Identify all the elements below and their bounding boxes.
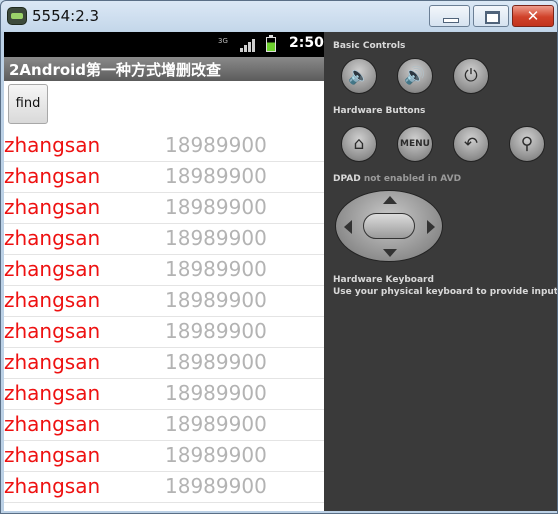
volume-up-icon[interactable]: 🔊 xyxy=(397,58,433,94)
back-icon[interactable]: ↶ xyxy=(453,126,489,162)
dpad-left-icon[interactable] xyxy=(344,220,352,234)
contact-name: zhangsan xyxy=(4,412,101,436)
list-item[interactable]: zhangsan 18989900 xyxy=(4,193,324,224)
close-icon: ✕ xyxy=(526,7,540,25)
power-icon[interactable]: ⏻ xyxy=(453,58,489,94)
contact-name: zhangsan xyxy=(4,133,101,157)
contact-name: zhangsan xyxy=(4,350,101,374)
contact-phone: 18989900 xyxy=(165,257,267,281)
contact-phone: 18989900 xyxy=(165,319,267,343)
dpad-up-icon[interactable] xyxy=(383,196,397,204)
home-icon[interactable]: ⌂ xyxy=(341,126,377,162)
contact-phone: 18989900 xyxy=(165,412,267,436)
hardware-buttons-heading: Hardware Buttons xyxy=(333,106,426,116)
keyboard-note: Use your physical keyboard to provide in… xyxy=(333,287,557,297)
app-title: 2Android第一种方式增删改查 xyxy=(9,61,222,79)
contact-name: zhangsan xyxy=(4,164,101,188)
contact-list[interactable]: zhangsan 18989900 zhangsan 18989900 zhangsan… xyxy=(4,131,324,503)
contact-phone: 18989900 xyxy=(165,133,267,157)
list-item[interactable]: zhangsan 18989900 xyxy=(4,472,324,503)
minimize-button[interactable] xyxy=(429,5,470,27)
dpad-note: not enabled in AVD xyxy=(363,174,462,184)
list-item[interactable]: zhangsan 18989900 xyxy=(4,286,324,317)
status-bar: 3G 2:50 xyxy=(4,32,324,57)
dpad[interactable] xyxy=(335,190,443,262)
list-item[interactable]: zhangsan 18989900 xyxy=(4,162,324,193)
keyboard-heading: Hardware Keyboard xyxy=(333,275,434,285)
contact-name: zhangsan xyxy=(4,226,101,250)
menu-button[interactable]: MENU xyxy=(397,126,433,162)
contact-name: zhangsan xyxy=(4,443,101,467)
emulator-control-panel: Basic Controls 🔈 🔊 ⏻ Hardware Buttons ⌂ … xyxy=(324,32,557,511)
emulator-app-icon xyxy=(7,7,27,25)
list-item[interactable]: zhangsan 18989900 xyxy=(4,224,324,255)
contact-name: zhangsan xyxy=(4,257,101,281)
contact-phone: 18989900 xyxy=(165,350,267,374)
battery-icon xyxy=(266,35,276,52)
contact-name: zhangsan xyxy=(4,319,101,343)
volume-down-icon[interactable]: 🔈 xyxy=(341,58,377,94)
search-icon[interactable]: ⚲ xyxy=(509,126,545,162)
list-item[interactable]: zhangsan 18989900 xyxy=(4,410,324,441)
emulator-window: 5554:2.3 ✕ 3G 2:50 2Android第一种方式增删改查 fin… xyxy=(0,0,558,514)
contact-phone: 18989900 xyxy=(165,195,267,219)
contact-name: zhangsan xyxy=(4,195,101,219)
list-item[interactable]: zhangsan 18989900 xyxy=(4,255,324,286)
dpad-heading: DPAD not enabled in AVD xyxy=(333,174,461,184)
close-button[interactable]: ✕ xyxy=(512,5,554,27)
window-title: 5554:2.3 xyxy=(32,7,100,25)
contact-phone: 18989900 xyxy=(165,474,267,498)
dpad-center-button[interactable] xyxy=(363,213,415,239)
contact-phone: 18989900 xyxy=(165,226,267,250)
device-screen: 3G 2:50 2Android第一种方式增删改查 find zhangsan 1… xyxy=(4,32,324,511)
contact-name: zhangsan xyxy=(4,381,101,405)
dpad-down-icon[interactable] xyxy=(383,249,397,257)
dpad-label: DPAD xyxy=(333,174,361,184)
list-item[interactable]: zhangsan 18989900 xyxy=(4,441,324,472)
basic-controls-heading: Basic Controls xyxy=(333,41,406,51)
contact-phone: 18989900 xyxy=(165,164,267,188)
dpad-right-icon[interactable] xyxy=(427,220,435,234)
list-item[interactable]: zhangsan 18989900 xyxy=(4,379,324,410)
list-item[interactable]: zhangsan 18989900 xyxy=(4,131,324,162)
list-item[interactable]: zhangsan 18989900 xyxy=(4,348,324,379)
contact-phone: 18989900 xyxy=(165,288,267,312)
contact-phone: 18989900 xyxy=(165,443,267,467)
contact-name: zhangsan xyxy=(4,474,101,498)
contact-name: zhangsan xyxy=(4,288,101,312)
signal-strength-icon xyxy=(240,38,256,52)
contact-phone: 18989900 xyxy=(165,381,267,405)
network-3g-icon: 3G xyxy=(218,37,228,45)
find-button[interactable]: find xyxy=(8,84,48,124)
maximize-button[interactable] xyxy=(473,5,509,27)
status-clock: 2:50 xyxy=(289,35,324,51)
list-item[interactable]: zhangsan 18989900 xyxy=(4,317,324,348)
app-title-bar: 2Android第一种方式增删改查 xyxy=(4,57,324,81)
title-bar[interactable]: 5554:2.3 ✕ xyxy=(1,1,557,32)
